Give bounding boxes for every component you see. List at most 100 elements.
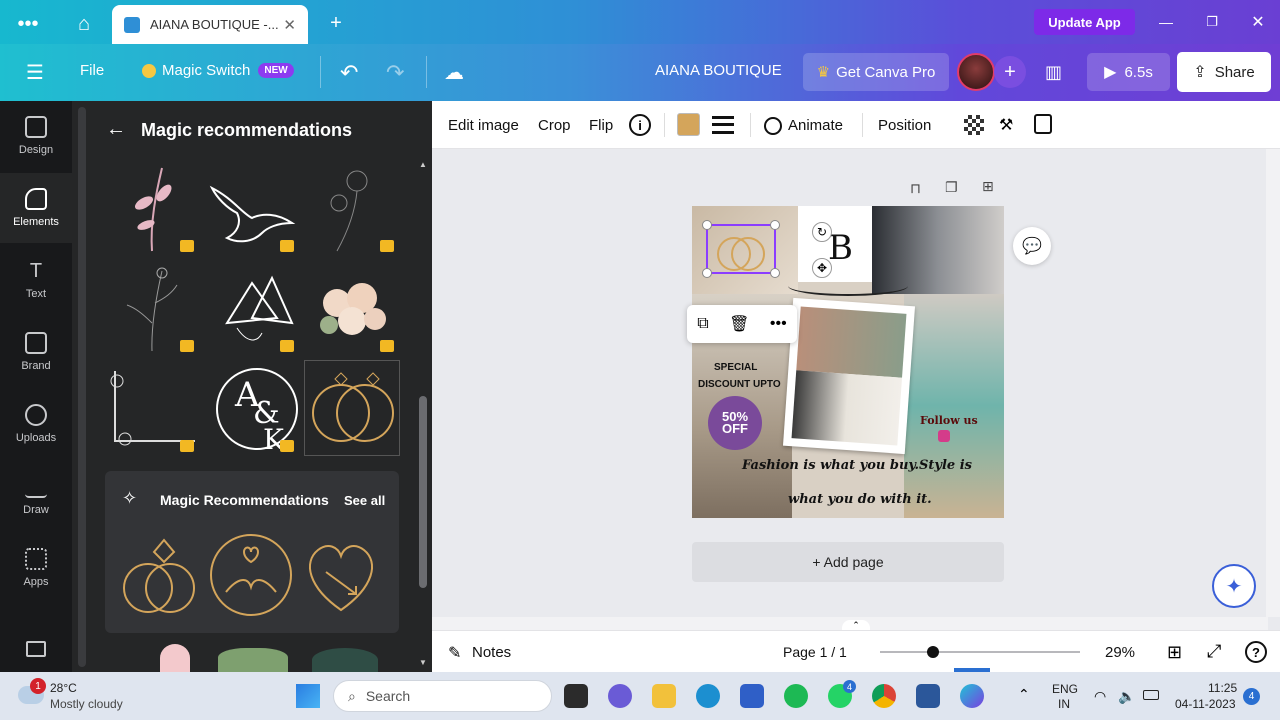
logo-block[interactable]: B bbox=[798, 206, 872, 282]
wifi-icon[interactable]: ◠ bbox=[1094, 688, 1106, 705]
recommended-rings[interactable] bbox=[116, 530, 206, 620]
resize-handle[interactable] bbox=[770, 220, 780, 230]
paint-roller-icon[interactable]: ⚒ bbox=[999, 115, 1017, 135]
position-button[interactable]: Position bbox=[878, 117, 931, 134]
volume-icon[interactable]: 🔈 bbox=[1118, 688, 1135, 705]
edit-image-button[interactable]: Edit image bbox=[448, 117, 519, 134]
page-lock-icon[interactable]: ⊓ bbox=[910, 180, 921, 197]
element-leaf-sprig[interactable] bbox=[104, 160, 200, 256]
rail-item-text[interactable]: T Text bbox=[0, 245, 72, 315]
element-wedding-bells[interactable] bbox=[204, 260, 300, 356]
resize-handle[interactable] bbox=[702, 268, 712, 278]
taskbar-search[interactable]: ⌕ Search bbox=[333, 680, 552, 712]
quote-line-2[interactable]: what you do with it. bbox=[788, 492, 932, 507]
windows-start-icon[interactable] bbox=[296, 684, 320, 708]
scroll-down-icon[interactable]: ▼ bbox=[419, 658, 427, 667]
wedding-couple-photo[interactable] bbox=[791, 370, 903, 446]
document-title[interactable]: AIANA BOUTIQUE bbox=[655, 62, 782, 79]
zoom-level[interactable]: 29% bbox=[1105, 644, 1135, 661]
discount-badge[interactable]: 50% OFF bbox=[708, 396, 762, 450]
zoom-slider[interactable] bbox=[880, 651, 1080, 653]
element-dove[interactable] bbox=[204, 160, 300, 256]
spotify-icon[interactable] bbox=[784, 684, 808, 708]
discount-text[interactable]: DISCOUNT UPTO bbox=[698, 379, 781, 390]
zoom-slider-handle[interactable] bbox=[927, 646, 939, 658]
file-menu[interactable]: File bbox=[80, 62, 104, 79]
add-collaborator-icon[interactable]: + bbox=[994, 56, 1026, 88]
battery-icon[interactable] bbox=[1143, 690, 1159, 700]
quote-line-1[interactable]: Fashion is what you buy.Style is bbox=[742, 458, 972, 473]
polaroid-frame[interactable] bbox=[782, 297, 916, 455]
page-indicator[interactable]: Page 1 / 1 bbox=[783, 644, 847, 660]
animate-button[interactable]: Animate bbox=[788, 117, 843, 134]
get-canva-pro-button[interactable]: ♛ Get Canva Pro bbox=[803, 53, 949, 91]
close-tab-icon[interactable]: ✕ bbox=[283, 16, 296, 34]
canvas-vertical-scrollbar[interactable] bbox=[1266, 149, 1280, 617]
element-wild-flower[interactable] bbox=[104, 260, 200, 356]
edge-browser-icon[interactable] bbox=[696, 684, 720, 708]
duplicate-page-icon[interactable]: ❐ bbox=[945, 179, 958, 196]
trash-icon[interactable]: 🗑 bbox=[729, 314, 749, 334]
element-gold-rings-selected[interactable] bbox=[304, 360, 400, 456]
folder-icon[interactable] bbox=[26, 641, 46, 657]
scroll-up-icon[interactable]: ▲ bbox=[419, 160, 427, 169]
insights-chart-icon[interactable]: ▥ bbox=[1045, 58, 1069, 86]
flip-button[interactable]: Flip bbox=[589, 117, 613, 134]
microsoft-store-icon[interactable] bbox=[740, 684, 764, 708]
resize-handle[interactable] bbox=[702, 220, 712, 230]
menu-icon[interactable]: ☰ bbox=[26, 60, 48, 84]
undo-icon[interactable]: ↶ bbox=[340, 60, 358, 86]
saree-model-photo[interactable] bbox=[904, 294, 1004, 518]
task-view-icon[interactable] bbox=[564, 684, 588, 708]
element-monogram-ak[interactable]: A & K bbox=[204, 360, 300, 456]
notification-badge[interactable]: 4 bbox=[1243, 688, 1260, 705]
element-line-flower[interactable] bbox=[304, 160, 400, 256]
weather-temp[interactable]: 28°C bbox=[50, 681, 77, 695]
rail-item-apps[interactable]: Apps bbox=[0, 533, 72, 603]
panel-scrollbar[interactable] bbox=[418, 160, 428, 665]
help-icon[interactable]: ? bbox=[1245, 641, 1267, 663]
language-top[interactable]: ENG bbox=[1052, 682, 1078, 696]
present-button[interactable]: ▶ 6.5s bbox=[1087, 53, 1170, 91]
word-icon[interactable] bbox=[916, 684, 940, 708]
chrome-icon[interactable] bbox=[872, 684, 896, 708]
element-floral-frame[interactable] bbox=[104, 360, 200, 456]
close-window-icon[interactable]: ✕ bbox=[1246, 10, 1270, 34]
resize-handle[interactable] bbox=[770, 268, 780, 278]
canva-app-icon[interactable] bbox=[960, 684, 984, 708]
update-app-button[interactable]: Update App bbox=[1034, 9, 1135, 35]
active-tab[interactable]: AIANA BOUTIQUE -... ✕ bbox=[112, 5, 308, 44]
restore-icon[interactable]: ❐ bbox=[1200, 10, 1224, 34]
clock-date[interactable]: 04-11-2023 bbox=[1175, 697, 1236, 711]
color-swatch[interactable] bbox=[677, 113, 700, 136]
dark-shape-element-partial[interactable] bbox=[312, 648, 378, 672]
selected-rings-element[interactable] bbox=[702, 220, 780, 278]
lock-icon[interactable] bbox=[1034, 114, 1052, 134]
scrollbar-thumb[interactable] bbox=[419, 396, 427, 588]
rail-item-uploads[interactable]: Uploads bbox=[0, 389, 72, 459]
avatar[interactable] bbox=[957, 53, 995, 91]
instagram-icon[interactable] bbox=[938, 430, 950, 442]
rail-item-design[interactable]: Design bbox=[0, 101, 72, 171]
notes-button[interactable]: Notes bbox=[472, 644, 511, 661]
fullscreen-icon[interactable]: ⤢ bbox=[1207, 641, 1221, 662]
rotate-handle-icon[interactable]: ↻ bbox=[812, 222, 832, 242]
home-icon[interactable]: ⌂ bbox=[72, 12, 96, 36]
more-icon[interactable]: ••• bbox=[14, 12, 42, 36]
grid-view-icon[interactable]: ⊞ bbox=[1167, 642, 1182, 663]
show-hidden-icons[interactable]: ⌃ bbox=[1018, 686, 1030, 703]
new-tab-icon[interactable]: + bbox=[324, 11, 348, 35]
more-options-icon[interactable]: ••• bbox=[770, 315, 787, 333]
rail-item-elements[interactable]: Elements bbox=[0, 173, 72, 243]
magic-switch-button[interactable]: Magic Switch NEW bbox=[142, 62, 294, 79]
follow-us-text[interactable]: Follow us bbox=[920, 414, 978, 427]
rose-element-partial[interactable] bbox=[160, 644, 190, 672]
border-style-icon[interactable] bbox=[712, 116, 734, 134]
design-page[interactable]: B SPECIAL DISCOUNT UPTO 50% OFF Follow u… bbox=[692, 206, 1004, 518]
recommended-heart-arrow[interactable] bbox=[296, 530, 386, 620]
weather-desc[interactable]: Mostly cloudy bbox=[50, 697, 123, 711]
add-page-button[interactable]: + Add page bbox=[692, 542, 1004, 582]
move-handle-icon[interactable]: ✥ bbox=[812, 258, 832, 278]
recommended-holding-hands[interactable] bbox=[206, 530, 296, 620]
crop-button[interactable]: Crop bbox=[538, 117, 571, 134]
